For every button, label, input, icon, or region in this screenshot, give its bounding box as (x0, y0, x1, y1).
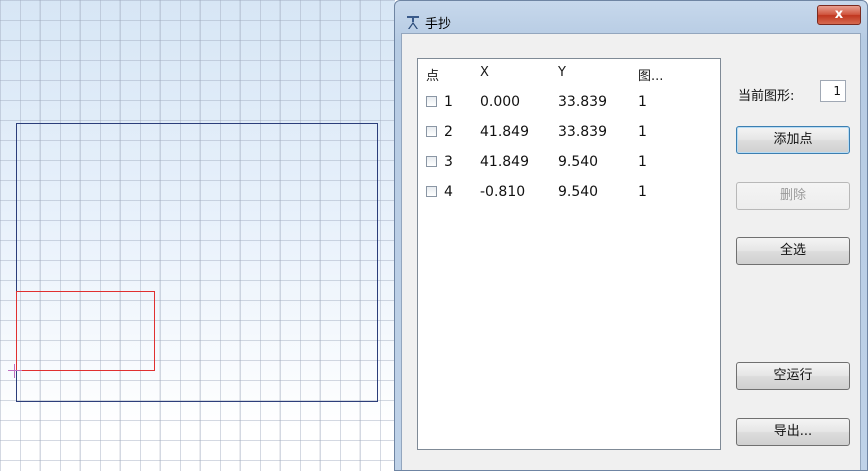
row-checkbox[interactable] (426, 126, 437, 137)
point-y: 9.540 (558, 184, 599, 200)
point-x: 0.000 (480, 94, 521, 110)
point-index: 1 (444, 94, 453, 110)
close-icon: x (834, 7, 844, 22)
add-point-button[interactable]: 添加点 (736, 126, 850, 154)
list-item[interactable]: 2 41.849 33.839 1 (418, 121, 720, 145)
window-title: 手抄 (425, 17, 452, 32)
dry-run-button[interactable]: 空运行 (736, 362, 850, 390)
list-header: 点 X Y 图... (418, 59, 720, 85)
point-x: 41.849 (480, 154, 529, 170)
row-checkbox[interactable] (426, 186, 437, 197)
manual-copy-dialog: 手抄 x 点 X Y 图... 1 0.000 33.839 1 2 41.84… (394, 0, 868, 471)
point-x: -0.810 (480, 184, 526, 200)
point-y: 33.839 (558, 94, 607, 110)
column-header-x[interactable]: X (480, 65, 489, 80)
point-shape: 1 (638, 124, 647, 140)
point-index: 2 (444, 124, 453, 140)
point-x: 41.849 (480, 124, 529, 140)
column-header-shape[interactable]: 图... (638, 65, 663, 84)
point-index: 4 (444, 184, 453, 200)
dialog-body: 点 X Y 图... 1 0.000 33.839 1 2 41.849 33.… (401, 33, 861, 470)
select-all-button[interactable]: 全选 (736, 237, 850, 265)
point-shape: 1 (638, 94, 647, 110)
origin-marker (8, 364, 22, 378)
list-item[interactable]: 1 0.000 33.839 1 (418, 91, 720, 115)
point-y: 9.540 (558, 154, 599, 170)
point-index: 3 (444, 154, 453, 170)
column-header-y[interactable]: Y (558, 65, 566, 80)
list-item[interactable]: 4 -0.810 9.540 1 (418, 181, 720, 205)
column-header-point[interactable]: 点 (426, 65, 439, 84)
selected-rectangle-shape[interactable] (16, 291, 155, 371)
point-shape: 1 (638, 154, 647, 170)
export-button[interactable]: 导出... (736, 418, 850, 446)
point-y: 33.839 (558, 124, 607, 140)
current-shape-label: 当前图形: (738, 89, 795, 104)
list-item[interactable]: 3 41.849 9.540 1 (418, 151, 720, 175)
current-shape-field[interactable]: 1 (820, 80, 846, 102)
row-checkbox[interactable] (426, 96, 437, 107)
point-shape: 1 (638, 184, 647, 200)
delete-button[interactable]: 删除 (736, 182, 850, 210)
drawing-canvas[interactable] (0, 0, 395, 471)
close-button[interactable]: x (817, 5, 861, 25)
points-list[interactable]: 点 X Y 图... 1 0.000 33.839 1 2 41.849 33.… (417, 58, 721, 450)
row-checkbox[interactable] (426, 156, 437, 167)
compass-tool-icon (407, 16, 419, 29)
